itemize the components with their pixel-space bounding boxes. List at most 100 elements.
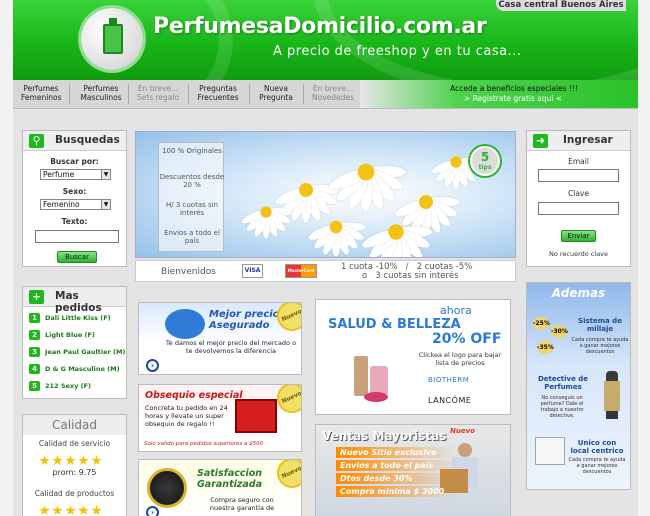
search-by-label: Buscar por: bbox=[50, 157, 99, 166]
service-score: prom: 9.75 bbox=[52, 468, 97, 477]
detective-title: Detective de Perfumes bbox=[537, 375, 589, 391]
arrow-right-icon: ➜ bbox=[533, 134, 548, 148]
star-icon bbox=[39, 455, 50, 466]
beauty-ahora: ahora bbox=[440, 304, 472, 317]
wholesale-item: Compra minima $ 3000 bbox=[336, 486, 456, 497]
extras-panel: Ademas -25% -30% -35% Sistema de millaje… bbox=[526, 282, 631, 490]
hq-tab[interactable]: Casa central Buenos Aires bbox=[496, 0, 626, 11]
hero-banner[interactable]: 100 % Originales Descuentos desde 20 % H… bbox=[135, 131, 516, 258]
popular-box-header: + Mas pedidos bbox=[23, 287, 126, 314]
nav-nueva-pregunta[interactable]: Nueva Pregunta bbox=[252, 84, 300, 102]
star-icon bbox=[78, 505, 89, 516]
plus-icon: + bbox=[29, 290, 44, 304]
local-title: Unico con local centrico bbox=[570, 439, 624, 455]
star-icon bbox=[78, 455, 89, 466]
popular-item[interactable]: 5 212 Sexy (F) bbox=[29, 381, 125, 395]
arrow-right-icon[interactable]: › bbox=[146, 506, 159, 516]
cosmetics-image bbox=[352, 348, 392, 402]
biotherm-logo[interactable]: BIOTHERM bbox=[428, 376, 469, 384]
site-title[interactable]: PerfumesaDomicilio.com.ar bbox=[153, 14, 487, 39]
email-field[interactable] bbox=[538, 169, 619, 182]
piggy-bank-icon bbox=[165, 309, 205, 339]
beauty-text: Clickea el logo para bajar lista de prec… bbox=[418, 351, 502, 367]
wholesale-item: Dtos desde 30% bbox=[336, 473, 456, 484]
search-button[interactable]: Buscar bbox=[57, 251, 97, 263]
star-icon bbox=[91, 455, 102, 466]
local-store-item[interactable]: Unico con local centrico Cada compra te … bbox=[529, 435, 629, 487]
header-swirl bbox=[313, 0, 638, 80]
wholesale-title: Ventas Mayoristas bbox=[322, 429, 447, 443]
password-field[interactable] bbox=[538, 202, 619, 215]
arrow-right-icon[interactable]: › bbox=[146, 359, 159, 372]
login-submit-button[interactable]: Enviar bbox=[561, 230, 596, 242]
perfume-detective-item[interactable]: Detective de Perfumes No conseguis un pe… bbox=[529, 371, 629, 433]
nav-perfumes-masculinos[interactable]: Perfumes Masculinos bbox=[76, 84, 126, 102]
mastercard-icon: MasterCard bbox=[285, 264, 317, 278]
search-by-select[interactable]: Perfume ▼ bbox=[40, 169, 111, 180]
popular-item[interactable]: 2 Light Blue (F) bbox=[29, 330, 125, 344]
left-gutter bbox=[0, 0, 13, 516]
star-icon bbox=[52, 455, 63, 466]
quality-box: Calidad Calidad de servicio prom: 9.75 C… bbox=[22, 414, 127, 516]
star-icon bbox=[39, 505, 50, 516]
benefit-discounts: Descuentos desde 20 % bbox=[159, 173, 225, 189]
page: PerfumesaDomicilio.com.ar A precio de fr… bbox=[0, 0, 650, 516]
gift-box-icon bbox=[235, 399, 277, 433]
popular-list: 1 Dali Little Kiss (F) 2 Light Blue (F) 3J… bbox=[29, 313, 125, 398]
search-text-input[interactable] bbox=[35, 230, 119, 243]
tips-badge[interactable]: 5 tips bbox=[470, 146, 500, 176]
service-stars bbox=[39, 451, 119, 466]
satisfaction-banner[interactable]: Satisfaccion Garantizada Compra seguro c… bbox=[138, 459, 302, 516]
register-promo[interactable]: Accede a beneficios especiales !!! > Reg… bbox=[360, 80, 638, 108]
guarantee-seal-icon bbox=[147, 468, 187, 508]
map-icon bbox=[535, 437, 565, 465]
gift-note: Solo valido para pedidos superiores a $5… bbox=[144, 441, 264, 447]
register-link[interactable]: > Registrate gratis aqui < bbox=[360, 94, 638, 103]
sex-select[interactable]: Femenino ▼ bbox=[40, 199, 111, 210]
wholesale-item: Nuevo Sitio exclusivo bbox=[336, 447, 456, 458]
popular-item[interactable]: 4D & G Masculine (M) bbox=[29, 364, 125, 378]
mileage-item[interactable]: -25% -30% -35% Sistema de millaje Cada c… bbox=[529, 303, 629, 363]
site-tagline: A precio de freeshop y en tu casa... bbox=[273, 44, 522, 59]
nav-perfumes-femeninos[interactable]: Perfumes Femeninos bbox=[21, 84, 62, 102]
detective-figure-icon bbox=[601, 371, 623, 419]
quality-title: Calidad bbox=[23, 415, 126, 435]
right-gutter bbox=[638, 0, 650, 516]
best-price-text: Te damos el mejor precio del mercado o t… bbox=[165, 339, 297, 355]
gift-text: Concreta tu pedido en 24 horas y llevate… bbox=[145, 404, 228, 428]
popular-title: Mas pedidos bbox=[55, 290, 102, 314]
nav-novedades[interactable]: En breve... Novedades bbox=[305, 84, 361, 102]
beauty-banner[interactable]: ahora SALUD & BELLEZA 20% OFF Clickea el… bbox=[315, 299, 511, 415]
welcome-label: Bienvenidos bbox=[161, 267, 216, 277]
login-title: Ingresar bbox=[563, 134, 613, 146]
site-header: PerfumesaDomicilio.com.ar A precio de fr… bbox=[13, 0, 638, 80]
gift-banner[interactable]: Obsequio especial Concreta tu pedido en … bbox=[138, 384, 302, 452]
local-text: Cada compra te ayuda a ganar mejores des… bbox=[568, 457, 626, 475]
installments-line2: o 3 cuotas sin interés bbox=[362, 271, 459, 281]
main-nav: Perfumes Femeninos Perfumes Masculinos En … bbox=[13, 80, 638, 109]
popular-item[interactable]: 3 Jean Paul Gaultier (M) bbox=[29, 347, 125, 361]
chevron-down-icon: ▼ bbox=[101, 170, 110, 179]
magnifier-icon: ⚲ bbox=[29, 134, 44, 148]
star-icon bbox=[91, 505, 102, 516]
perfume-bottle-icon bbox=[103, 18, 123, 54]
benefit-installments: H/ 3 cuotas sin interés bbox=[165, 201, 219, 217]
best-price-banner[interactable]: Mejor precio Asegurado Te damos el mejor… bbox=[138, 302, 302, 375]
nav-sets-regalo[interactable]: En breve... Sets regalo bbox=[131, 84, 185, 102]
benefit-shipping: Envios a todo el país bbox=[164, 229, 220, 245]
satisfaction-text: Compra seguro con nuestra garantía de bbox=[209, 496, 275, 512]
hero-benefits-panel: 100 % Originales Descuentos desde 20 % H… bbox=[158, 142, 224, 252]
welcome-bar: Bienvenidos VISA MasterCard 1 cuota -10%… bbox=[135, 260, 516, 282]
mileage-text: Cada compra te ayuda a ganar mejores des… bbox=[571, 337, 629, 355]
gift-title: Obsequio especial bbox=[145, 390, 243, 401]
wholesale-banner[interactable]: Ventas Mayoristas Nuevo Nuevo Sitio excl… bbox=[315, 424, 511, 516]
satisfaction-title: Satisfaccion Garantizada bbox=[197, 468, 263, 490]
search-title: Busquedas bbox=[55, 134, 120, 146]
forgot-password-link[interactable]: No recuerdo clave bbox=[527, 250, 630, 258]
lancome-logo[interactable]: LANCÔME bbox=[428, 396, 471, 405]
search-box: ⚲ Busquedas Buscar por: Perfume ▼ Sexo: F… bbox=[22, 130, 127, 267]
nav-preguntas-frecuentes[interactable]: Preguntas Frecuentes bbox=[191, 84, 245, 102]
beauty-discount: 20% OFF bbox=[432, 331, 502, 347]
popular-item[interactable]: 1 Dali Little Kiss (F) bbox=[29, 313, 125, 327]
wholesale-item: Envios a todo el país bbox=[336, 460, 456, 471]
